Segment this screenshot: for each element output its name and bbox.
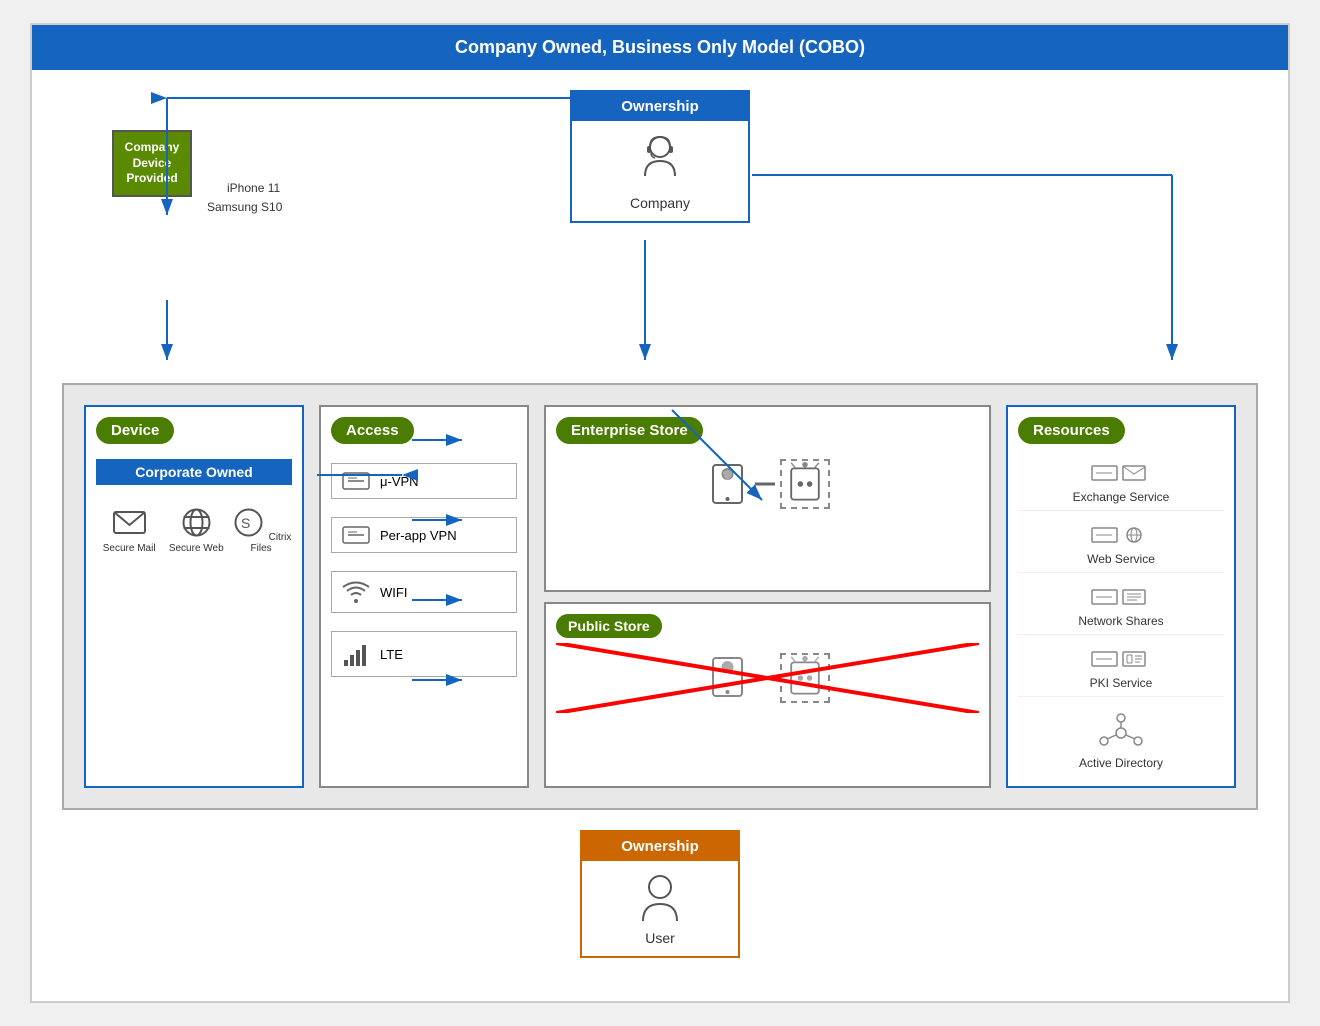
android-device-icon [780, 459, 830, 509]
title-text: Company Owned, Business Only Model (COBO… [455, 37, 865, 57]
enterprise-store-box: Enterprise Store [544, 405, 991, 592]
pki-service-item: PKI Service [1018, 645, 1224, 697]
user-label: User [645, 930, 675, 946]
lte-label: LTE [380, 647, 403, 662]
user-person-icon [635, 871, 685, 926]
secure-web-icon [179, 505, 214, 540]
apple-device-icon [705, 462, 750, 507]
connector-icon [755, 479, 775, 489]
perappvpn-icon [342, 526, 370, 544]
ownership-body-company: Company [572, 121, 748, 221]
active-directory-item: Active Directory [1018, 707, 1224, 776]
access-item-wifi: WIFI [331, 571, 517, 613]
access-item-muvpn: μ-VPN [331, 463, 517, 499]
muvpn-icon [342, 472, 370, 490]
pki-icon-row [1091, 651, 1151, 673]
app-icons-row: Secure Mail Secure Web [96, 495, 292, 564]
public-store-apps [556, 643, 979, 713]
perappvpn-label: Per-app VPN [380, 528, 457, 543]
company-person-icon [635, 131, 685, 191]
network-shares-item: Network Shares [1018, 583, 1224, 635]
company-device-box: Company Device Provided [112, 130, 192, 197]
ownership-box-user: Ownership User [580, 830, 740, 958]
bottom-section: Ownership User [62, 830, 1258, 958]
diagram-wrapper: Company Owned, Business Only Model (COBO… [30, 23, 1290, 1003]
diagram-area: Device Corporate Owned Secure Mail [62, 383, 1258, 810]
secure-web-item: Secure Web [162, 505, 230, 554]
corporate-owned-badge: Corporate Owned [96, 459, 292, 485]
ownership-box-company: Ownership Company [570, 90, 750, 223]
lte-icon [342, 640, 370, 668]
active-directory-icon [1096, 713, 1146, 753]
public-store-label: Public Store [556, 614, 662, 638]
enterprise-store-apps [556, 449, 979, 519]
ownership-title-company: Ownership [572, 92, 748, 121]
svg-text:S: S [241, 515, 250, 531]
access-item-perappvpn: Per-app VPN [331, 517, 517, 553]
network-shares-label: Network Shares [1078, 614, 1163, 628]
company-label: Company [630, 195, 690, 211]
secure-mail-icon [112, 505, 147, 540]
secure-mail-item: Secure Mail [96, 505, 162, 554]
device-section-label: Device [96, 417, 174, 444]
citrix-files-item: S Citrix Files [230, 505, 292, 554]
citrix-files-icon: S [231, 505, 266, 540]
title-bar: Company Owned, Business Only Model (COBO… [32, 25, 1288, 70]
ownership-title-user: Ownership [582, 832, 738, 861]
web-service-icon-row [1091, 527, 1151, 549]
resources-section: Resources Exchange Service [1006, 405, 1236, 788]
store-section: Enterprise Store [544, 405, 991, 788]
web-service-label: Web Service [1087, 552, 1155, 566]
access-section-label: Access [331, 417, 414, 444]
web-service-item: Web Service [1018, 521, 1224, 573]
ownership-body-user: User [582, 861, 738, 956]
access-item-lte: LTE [331, 631, 517, 677]
public-store-box: Public Store [544, 602, 991, 789]
exchange-service-icon [1091, 465, 1151, 487]
muvpn-label: μ-VPN [380, 474, 419, 489]
network-shares-icon [1091, 589, 1151, 611]
pki-service-label: PKI Service [1090, 676, 1153, 690]
wifi-label: WIFI [380, 585, 407, 600]
secure-mail-label: Secure Mail [103, 543, 156, 554]
access-section: Access μ-VPN [319, 405, 529, 788]
main-content: Ownership Company [32, 70, 1288, 978]
public-android-device-icon [780, 653, 830, 703]
exchange-service-item: Exchange Service [1018, 459, 1224, 511]
exchange-icon-row [1091, 465, 1151, 487]
wifi-icon [342, 580, 370, 604]
public-connector-icon [755, 673, 775, 683]
pki-service-icon [1091, 651, 1151, 673]
enterprise-store-label: Enterprise Store [556, 417, 703, 444]
active-directory-label: Active Directory [1079, 756, 1163, 770]
exchange-service-label: Exchange Service [1073, 490, 1170, 504]
device-section: Device Corporate Owned Secure Mail [84, 405, 304, 788]
network-shares-icon-row [1091, 589, 1151, 611]
secure-web-label: Secure Web [169, 543, 224, 554]
resources-section-label: Resources [1018, 417, 1125, 444]
web-service-icon [1091, 527, 1151, 549]
public-apple-device-icon [705, 655, 750, 700]
active-directory-icon-row [1096, 713, 1146, 753]
